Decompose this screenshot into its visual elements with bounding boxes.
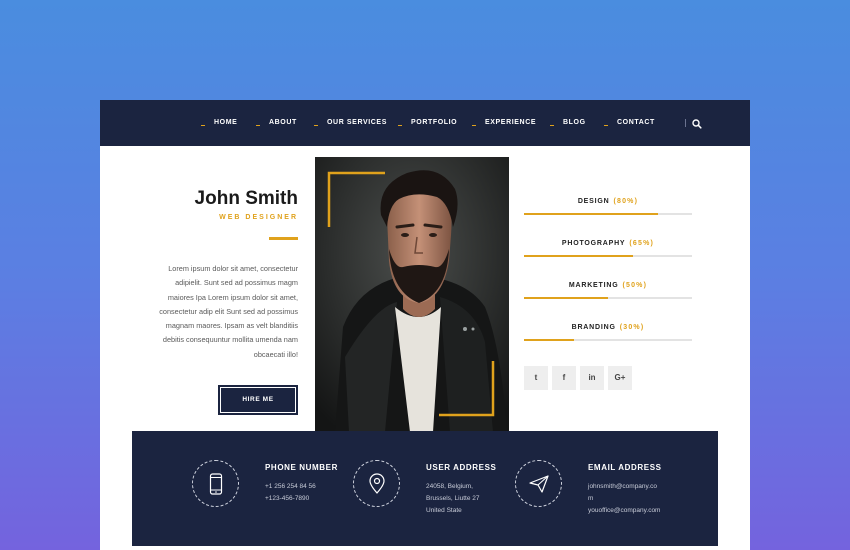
main-navbar: HOME ABOUT OUR SERVICES PORTFOLIO EXPERI…	[100, 100, 750, 146]
skill-marketing-label: MARKETING (50%)	[568, 282, 648, 289]
nav-contact[interactable]: CONTACT	[604, 100, 655, 146]
nav-our-services[interactable]: OUR SERVICES	[314, 100, 387, 146]
profile-role: WEB DESIGNER	[219, 214, 298, 221]
address-line-1: 24058, Belgium,	[426, 483, 473, 490]
nav-about[interactable]: ABOUT	[256, 100, 297, 146]
contact-footer: PHONE NUMBER +1 256 254 84 56 +123-456-7…	[132, 431, 718, 546]
nav-blog[interactable]: BLOG	[550, 100, 586, 146]
skill-branding-label: BRANDING (30%)	[571, 324, 645, 331]
email-line-1[interactable]: johnsmith@company.co	[588, 481, 657, 493]
skill-design-label: DESIGN (80%)	[577, 198, 639, 205]
address-line-3: United State	[426, 507, 462, 514]
email-line-2[interactable]: m	[588, 493, 593, 505]
skill-branding-fill	[524, 339, 575, 341]
resume-card: HOME ABOUT OUR SERVICES PORTFOLIO EXPERI…	[100, 100, 750, 550]
nav-portfolio[interactable]: PORTFOLIO	[398, 100, 457, 146]
skill-photography-bar	[524, 255, 692, 257]
email-title: EMAIL ADDRESS	[588, 463, 662, 472]
skill-branding-bar	[524, 339, 692, 341]
phone-line-2: +123-456-7890	[265, 495, 310, 502]
phone-line-1: +1 256 254 84 56	[265, 483, 316, 490]
smartphone-icon	[192, 460, 239, 507]
email-line-3[interactable]: youoffice@company.com	[588, 505, 660, 517]
profile-bio: Lorem ipsum dolor sit amet, consectetur …	[159, 264, 298, 359]
search-icon[interactable]	[691, 117, 703, 129]
address-line-2: Brussels, Liutte 27	[426, 495, 480, 502]
nav-experience[interactable]: EXPERIENCE	[472, 100, 536, 146]
skill-photography-label: PHOTOGRAPHY (65%)	[561, 240, 655, 247]
role-underline	[269, 237, 298, 240]
profile-photo	[315, 157, 509, 432]
hire-me-button[interactable]: HIRE ME	[218, 385, 298, 415]
location-pin-icon	[353, 460, 400, 507]
nav-divider	[685, 119, 686, 127]
facebook-icon[interactable]: f	[552, 366, 576, 390]
phone-title: PHONE NUMBER	[265, 463, 338, 472]
skill-design-fill	[524, 213, 659, 215]
profile-name: John Smith	[194, 188, 298, 209]
skill-design-bar	[524, 213, 692, 215]
skill-marketing-bar	[524, 297, 692, 299]
skill-marketing-fill	[524, 297, 608, 299]
skill-photography-fill	[524, 255, 634, 257]
linkedin-icon[interactable]: in	[580, 366, 604, 390]
google-plus-icon[interactable]: G+	[608, 366, 632, 390]
paper-plane-icon	[515, 460, 562, 507]
nav-home[interactable]: HOME	[201, 100, 237, 146]
twitter-icon[interactable]: t	[524, 366, 548, 390]
address-title: USER ADDRESS	[426, 463, 497, 472]
